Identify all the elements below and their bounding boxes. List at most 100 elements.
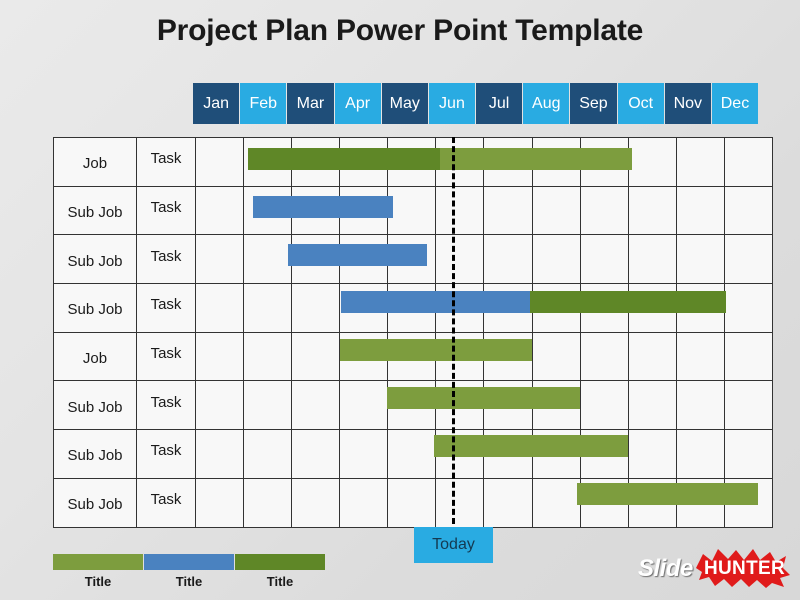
gantt-cell-aug[interactable] — [531, 477, 581, 528]
task-cell[interactable]: Task — [136, 429, 196, 479]
job-cell[interactable]: Sub Job — [53, 234, 137, 285]
gantt-cell-feb[interactable] — [243, 380, 293, 431]
gantt-cell-jun[interactable] — [435, 185, 485, 236]
gantt-cell-nov[interactable] — [675, 380, 725, 431]
month-header-aug[interactable]: Aug — [523, 83, 570, 124]
gantt-cell-oct[interactable] — [627, 380, 677, 431]
gantt-cell-mar[interactable] — [291, 137, 341, 187]
job-cell[interactable]: Job — [53, 331, 137, 382]
gantt-cell-jan[interactable] — [194, 234, 245, 285]
gantt-cell-may[interactable] — [387, 137, 437, 187]
gantt-cell-sep[interactable] — [579, 283, 629, 333]
job-cell[interactable]: Job — [53, 137, 137, 187]
gantt-cell-aug[interactable] — [531, 429, 581, 479]
gantt-cell-jul[interactable] — [483, 331, 533, 382]
gantt-cell-dec[interactable] — [723, 477, 773, 528]
task-cell[interactable]: Task — [136, 283, 196, 333]
month-header-jan[interactable]: Jan — [193, 83, 240, 124]
month-header-jun[interactable]: Jun — [428, 83, 476, 124]
gantt-cell-dec[interactable] — [723, 185, 773, 236]
gantt-cell-may[interactable] — [387, 331, 437, 382]
gantt-cell-nov[interactable] — [675, 331, 725, 382]
gantt-cell-jun[interactable] — [435, 283, 485, 333]
gantt-cell-jun[interactable] — [435, 429, 485, 479]
gantt-cell-feb[interactable] — [243, 283, 293, 333]
today-label-box[interactable]: Today — [414, 527, 493, 563]
gantt-cell-may[interactable] — [387, 477, 437, 528]
task-cell[interactable]: Task — [136, 331, 196, 382]
task-cell[interactable]: Task — [136, 185, 196, 236]
gantt-cell-jun[interactable] — [435, 234, 485, 285]
gantt-cell-mar[interactable] — [291, 283, 341, 333]
gantt-cell-sep[interactable] — [579, 429, 629, 479]
gantt-cell-mar[interactable] — [291, 331, 341, 382]
gantt-cell-jul[interactable] — [483, 477, 533, 528]
gantt-cell-jan[interactable] — [194, 331, 245, 382]
job-cell[interactable]: Sub Job — [53, 477, 137, 528]
gantt-cell-jun[interactable] — [435, 331, 485, 382]
gantt-cell-nov[interactable] — [675, 234, 725, 285]
gantt-cell-apr[interactable] — [339, 137, 389, 187]
gantt-cell-jun[interactable] — [435, 477, 485, 528]
gantt-cell-apr[interactable] — [339, 380, 389, 431]
gantt-cell-jan[interactable] — [194, 380, 245, 431]
gantt-cell-dec[interactable] — [723, 380, 773, 431]
gantt-cell-jul[interactable] — [483, 234, 533, 285]
gantt-cell-mar[interactable] — [291, 185, 341, 236]
gantt-cell-mar[interactable] — [291, 429, 341, 479]
gantt-cell-jul[interactable] — [483, 283, 533, 333]
gantt-cell-oct[interactable] — [627, 137, 677, 187]
legend-item-0[interactable]: Title — [53, 554, 143, 589]
gantt-cell-apr[interactable] — [339, 185, 389, 236]
gantt-cell-jun[interactable] — [435, 380, 485, 431]
gantt-cell-oct[interactable] — [627, 429, 677, 479]
gantt-cell-sep[interactable] — [579, 185, 629, 236]
gantt-cell-may[interactable] — [387, 234, 437, 285]
gantt-cell-apr[interactable] — [339, 477, 389, 528]
month-header-jul[interactable]: Jul — [476, 83, 523, 124]
gantt-cell-dec[interactable] — [723, 331, 773, 382]
gantt-cell-aug[interactable] — [531, 137, 581, 187]
job-cell[interactable]: Sub Job — [53, 429, 137, 479]
gantt-cell-oct[interactable] — [627, 185, 677, 236]
gantt-cell-dec[interactable] — [723, 429, 773, 479]
gantt-cell-feb[interactable] — [243, 137, 293, 187]
month-header-mar[interactable]: Mar — [287, 83, 334, 124]
month-header-may[interactable]: May — [381, 83, 428, 124]
gantt-cell-feb[interactable] — [243, 331, 293, 382]
gantt-cell-dec[interactable] — [723, 283, 773, 333]
month-header-oct[interactable]: Oct — [617, 83, 664, 124]
gantt-cell-feb[interactable] — [243, 477, 293, 528]
gantt-cell-apr[interactable] — [339, 429, 389, 479]
gantt-cell-sep[interactable] — [579, 234, 629, 285]
gantt-cell-may[interactable] — [387, 380, 437, 431]
gantt-cell-aug[interactable] — [531, 283, 581, 333]
gantt-cell-mar[interactable] — [291, 477, 341, 528]
gantt-cell-mar[interactable] — [291, 234, 341, 285]
gantt-cell-jan[interactable] — [194, 283, 245, 333]
gantt-cell-oct[interactable] — [627, 331, 677, 382]
gantt-cell-jan[interactable] — [194, 137, 245, 187]
gantt-cell-sep[interactable] — [579, 380, 629, 431]
gantt-cell-jan[interactable] — [194, 185, 245, 236]
gantt-cell-jul[interactable] — [483, 380, 533, 431]
gantt-cell-feb[interactable] — [243, 185, 293, 236]
gantt-cell-feb[interactable] — [243, 234, 293, 285]
gantt-cell-may[interactable] — [387, 429, 437, 479]
gantt-cell-feb[interactable] — [243, 429, 293, 479]
gantt-cell-nov[interactable] — [675, 137, 725, 187]
job-cell[interactable]: Sub Job — [53, 283, 137, 333]
task-cell[interactable]: Task — [136, 234, 196, 285]
gantt-cell-jun[interactable] — [435, 137, 485, 187]
gantt-cell-dec[interactable] — [723, 137, 773, 187]
gantt-cell-may[interactable] — [387, 283, 437, 333]
gantt-cell-aug[interactable] — [531, 185, 581, 236]
gantt-cell-sep[interactable] — [579, 331, 629, 382]
gantt-cell-oct[interactable] — [627, 477, 677, 528]
month-header-nov[interactable]: Nov — [664, 83, 711, 124]
gantt-cell-apr[interactable] — [339, 331, 389, 382]
gantt-cell-nov[interactable] — [675, 429, 725, 479]
job-cell[interactable]: Sub Job — [53, 380, 137, 431]
gantt-cell-apr[interactable] — [339, 283, 389, 333]
month-header-dec[interactable]: Dec — [711, 83, 759, 124]
